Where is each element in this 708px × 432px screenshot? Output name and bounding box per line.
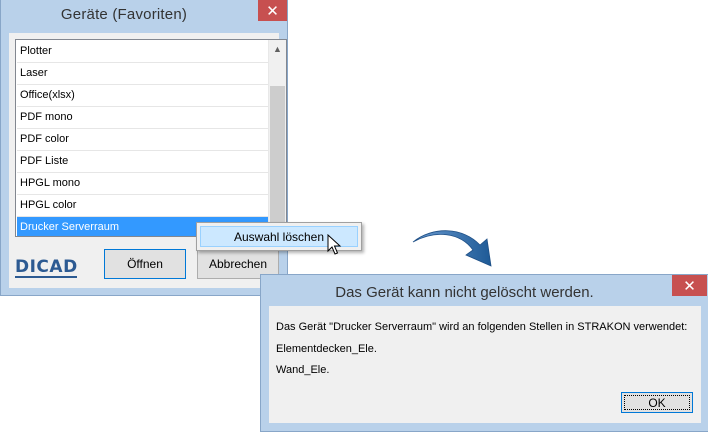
list-item[interactable]: HPGL color	[17, 195, 268, 217]
ok-button[interactable]: OK	[621, 392, 693, 413]
logo-text: DICAD	[15, 257, 78, 277]
logo-underline	[15, 276, 77, 278]
list-item[interactable]: Plotter	[17, 41, 268, 63]
focus-rectangle	[624, 395, 690, 410]
curved-arrow-icon	[412, 230, 492, 267]
error-close-button[interactable]: ✕	[672, 275, 707, 296]
list-item[interactable]: Laser	[17, 63, 268, 85]
close-icon: ✕	[683, 276, 696, 295]
close-button[interactable]: ✕	[258, 0, 287, 21]
dialog-title: Geräte (Favoriten)	[60, 6, 188, 23]
vertical-scrollbar[interactable]: ▲	[268, 40, 286, 236]
list-item[interactable]: Office(xlsx)	[17, 85, 268, 107]
message-line-3: Wand_Ele.	[276, 364, 330, 376]
scroll-up-button[interactable]: ▲	[269, 40, 286, 57]
device-list-items: Plotter Laser Office(xlsx) PDF mono PDF colo…	[17, 41, 268, 236]
list-item[interactable]: PDF color	[17, 129, 268, 151]
error-dialog-client-area: Das Gerät "Drucker Serverraum" wird an f…	[269, 306, 701, 423]
dicad-logo: DICAD	[15, 258, 81, 280]
title-bar[interactable]: Geräte (Favoriten)	[1, 0, 287, 33]
open-button[interactable]: Öffnen	[104, 249, 186, 279]
mouse-pointer-icon	[327, 234, 342, 255]
device-list[interactable]: Plotter Laser Office(xlsx) PDF mono PDF colo…	[15, 39, 287, 237]
message-line-1: Das Gerät "Drucker Serverraum" wird an f…	[276, 321, 688, 333]
scroll-thumb[interactable]	[270, 86, 285, 222]
message-line-2: Elementdecken_Ele.	[276, 343, 377, 355]
error-dialog: Das Gerät kann nicht gelöscht werden. ✕ …	[260, 274, 708, 432]
favorites-dialog: Geräte (Favoriten) ✕ Plotter Laser Office(…	[0, 0, 288, 296]
chevron-up-icon: ▲	[273, 43, 282, 54]
list-item[interactable]: HPGL mono	[17, 173, 268, 195]
close-icon: ✕	[266, 1, 279, 20]
list-item[interactable]: PDF Liste	[17, 151, 268, 173]
list-item[interactable]: PDF mono	[17, 107, 268, 129]
error-dialog-title: Das Gerät kann nicht gelöscht werden.	[335, 284, 594, 301]
